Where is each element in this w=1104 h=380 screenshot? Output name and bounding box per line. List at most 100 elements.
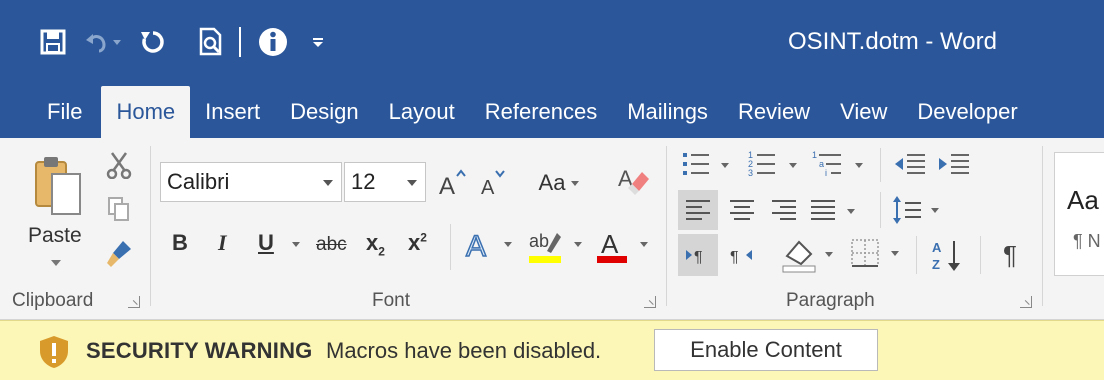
- subscript-button[interactable]: x2: [366, 230, 385, 258]
- borders-icon[interactable]: [848, 232, 908, 276]
- undo-icon[interactable]: [84, 20, 108, 64]
- shading-icon[interactable]: [780, 232, 842, 276]
- ribbon: Paste Clipboard Calibri 12 A A Aa A B I …: [0, 138, 1104, 320]
- undo-dropdown-icon[interactable]: [112, 20, 122, 64]
- superscript-label: x: [408, 230, 421, 255]
- print-preview-icon[interactable]: [198, 20, 224, 64]
- styles-gallery[interactable]: Aa ¶ N: [1054, 152, 1104, 276]
- tab-view[interactable]: View: [825, 86, 902, 138]
- font-size-value: 12: [351, 169, 376, 194]
- svg-text:¶: ¶: [694, 249, 703, 266]
- clear-formatting-icon[interactable]: A: [616, 162, 652, 200]
- tab-insert[interactable]: Insert: [190, 86, 275, 138]
- show-hide-marks-button[interactable]: ¶: [990, 234, 1030, 276]
- security-warning-message: Macros have been disabled.: [326, 338, 602, 363]
- group-separator: [666, 146, 667, 306]
- tab-file[interactable]: File: [32, 86, 97, 138]
- superscript-button[interactable]: x2: [408, 230, 427, 256]
- paragraph-inner-separator: [980, 236, 981, 274]
- shrink-font-icon[interactable]: A: [476, 166, 508, 200]
- change-case-button[interactable]: Aa: [526, 166, 592, 200]
- numbering-icon[interactable]: 123: [746, 148, 800, 180]
- paste-icon[interactable]: [28, 150, 88, 220]
- document-title: OSINT.dotm - Word: [788, 28, 997, 55]
- grow-font-icon[interactable]: A: [436, 166, 468, 200]
- multilevel-list-icon[interactable]: 1ai: [810, 148, 868, 180]
- svg-text:a: a: [819, 159, 824, 169]
- font-inner-separator: [450, 224, 451, 270]
- increase-indent-icon[interactable]: [936, 148, 972, 180]
- cut-icon[interactable]: [104, 150, 134, 180]
- quick-access-toolbar: [40, 20, 334, 64]
- svg-text:A: A: [466, 230, 486, 262]
- copy-icon[interactable]: [104, 194, 134, 224]
- warning-shield-icon: [38, 335, 70, 374]
- tab-design[interactable]: Design: [275, 86, 373, 138]
- redo-icon[interactable]: [140, 20, 166, 64]
- font-group-label: Font: [372, 290, 411, 311]
- justify-icon[interactable]: [808, 190, 862, 230]
- tab-home[interactable]: Home: [101, 86, 191, 138]
- svg-text:1: 1: [812, 150, 817, 160]
- decrease-indent-icon[interactable]: [892, 148, 928, 180]
- font-dialog-launcher-icon[interactable]: [644, 296, 656, 308]
- paste-label[interactable]: Paste: [28, 224, 82, 248]
- change-case-label: Aa: [538, 170, 566, 195]
- underline-dropdown-icon[interactable]: [292, 242, 300, 247]
- style-preview-sub: ¶ N: [1073, 231, 1101, 251]
- align-right-icon[interactable]: [764, 190, 804, 230]
- clipboard-group-label: Clipboard: [12, 290, 94, 311]
- title-bar: OSINT.dotm - Word: [0, 0, 1104, 82]
- underline-button[interactable]: U: [258, 230, 274, 256]
- font-name-box[interactable]: Calibri: [160, 162, 342, 202]
- tab-references[interactable]: References: [470, 86, 613, 138]
- style-preview-normal: Aa: [1067, 185, 1099, 215]
- svg-text:ab: ab: [529, 231, 549, 251]
- superscript-mark: 2: [420, 230, 427, 245]
- font-color-icon[interactable]: A: [594, 224, 630, 266]
- tab-layout[interactable]: Layout: [374, 86, 470, 138]
- tab-developer[interactable]: Developer: [902, 86, 1032, 138]
- paragraph-group-label: Paragraph: [786, 290, 875, 311]
- paste-dropdown-icon[interactable]: [51, 260, 61, 266]
- line-spacing-icon[interactable]: [890, 190, 946, 230]
- font-size-dropdown-icon[interactable]: [407, 180, 417, 186]
- font-name-dropdown-icon[interactable]: [323, 180, 333, 186]
- group-separator: [1042, 146, 1043, 306]
- italic-button[interactable]: I: [218, 230, 227, 256]
- save-icon[interactable]: [40, 20, 66, 64]
- bullets-icon[interactable]: [680, 148, 732, 180]
- font-color-dropdown-icon[interactable]: [640, 242, 648, 247]
- align-left-icon[interactable]: [678, 190, 718, 230]
- font-size-box[interactable]: 12: [344, 162, 426, 202]
- svg-text:i: i: [825, 168, 827, 178]
- toolbar-separator: [238, 20, 242, 64]
- sort-icon[interactable]: AZ: [928, 234, 968, 276]
- svg-text:Z: Z: [932, 257, 940, 272]
- svg-text:A: A: [601, 229, 619, 259]
- customize-qat-icon[interactable]: [312, 20, 324, 64]
- tab-mailings[interactable]: Mailings: [612, 86, 723, 138]
- clipboard-dialog-launcher-icon[interactable]: [128, 296, 140, 308]
- align-center-icon[interactable]: [722, 190, 762, 230]
- subscript-label: x: [366, 230, 379, 255]
- rtl-icon[interactable]: ¶: [722, 234, 762, 276]
- change-case-dropdown-icon: [571, 180, 580, 186]
- tab-review[interactable]: Review: [723, 86, 825, 138]
- strikethrough-button[interactable]: abc: [316, 234, 347, 256]
- security-warning-title: SECURITY WARNING: [86, 338, 313, 363]
- enable-content-button[interactable]: Enable Content: [654, 329, 878, 371]
- group-separator: [150, 146, 151, 306]
- highlight-dropdown-icon[interactable]: [574, 242, 582, 247]
- ribbon-tabs: File Home Insert Design Layout Reference…: [0, 82, 1104, 138]
- highlight-icon[interactable]: ab: [526, 224, 564, 266]
- info-icon[interactable]: [258, 20, 288, 64]
- paragraph-dialog-launcher-icon[interactable]: [1020, 296, 1032, 308]
- bold-button[interactable]: B: [172, 230, 188, 256]
- paragraph-inner-separator: [880, 148, 881, 182]
- svg-text:A: A: [439, 173, 455, 198]
- text-effects-dropdown-icon[interactable]: [504, 242, 512, 247]
- ltr-icon[interactable]: ¶: [678, 234, 718, 276]
- text-effects-icon[interactable]: A: [462, 226, 496, 264]
- format-painter-icon[interactable]: [104, 238, 134, 270]
